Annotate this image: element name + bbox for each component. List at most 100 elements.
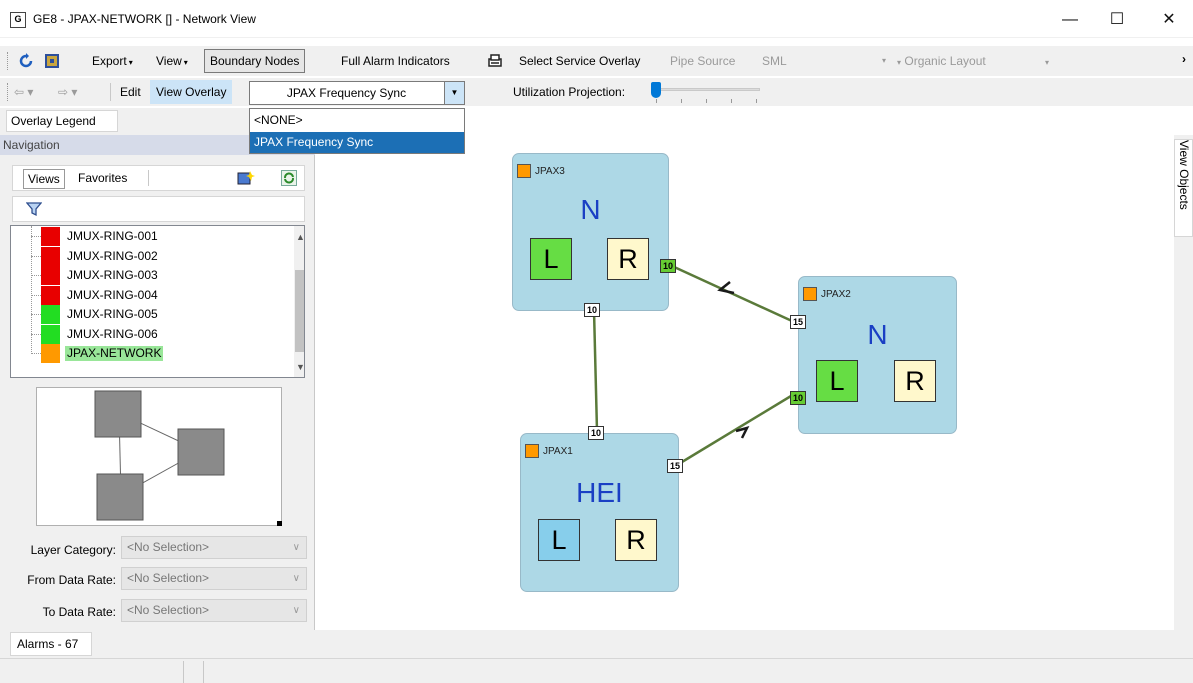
layout-dropdown-arrow[interactable]: ▾ [1043, 53, 1049, 71]
refresh-tree-icon[interactable] [281, 170, 297, 186]
chevron-down-icon: ∨ [292, 573, 300, 584]
tree-item[interactable]: JMUX-RING-001 [11, 227, 294, 247]
tree-item[interactable]: JMUX-RING-004 [11, 285, 294, 306]
status-square [41, 246, 60, 266]
node-jpax2[interactable]: JPAX2 N L R [798, 276, 957, 434]
new-view-icon[interactable] [237, 170, 255, 186]
port-jpax1-right[interactable]: 15 [667, 459, 683, 473]
network-links [592, 264, 793, 467]
toolbar-overflow-icon[interactable]: › [1182, 51, 1186, 67]
from-data-rate-select[interactable]: <No Selection> ∨ [121, 567, 307, 590]
tree-item[interactable]: JMUX-RING-003 [11, 266, 294, 286]
tree-item-selected[interactable]: JPAX-NETWORK [11, 344, 294, 364]
map-icon[interactable] [44, 53, 60, 69]
boundary-nodes-button[interactable]: Boundary Nodes [204, 49, 306, 73]
to-data-rate-label: To Data Rate: [42, 605, 116, 619]
pipe-source-select[interactable]: SML ▾ [762, 53, 886, 69]
node-jpax3[interactable]: JPAX3 N L R [512, 153, 669, 311]
tree-scrollbar-thumb[interactable] [295, 270, 304, 352]
node-type: N [867, 319, 888, 350]
node-status-square [525, 444, 539, 458]
minimap-graph [94, 390, 282, 526]
back-button[interactable]: ⇦ ▾ [14, 84, 33, 100]
port-jpax1-top[interactable]: 10 [588, 426, 604, 440]
alarms-bar [0, 630, 1193, 658]
port-jpax3-bottom[interactable]: 10 [584, 303, 600, 317]
forward-button[interactable]: ⇨ ▾ [58, 84, 77, 100]
node-type: HEI [576, 477, 623, 508]
filter-icon[interactable] [26, 201, 42, 217]
utilization-slider-thumb[interactable] [651, 82, 661, 98]
node-right-box[interactable]: R [607, 238, 649, 280]
overlay-option-jpax-frequency-sync[interactable]: JPAX Frequency Sync [250, 132, 464, 153]
utilization-slider-track[interactable] [652, 88, 760, 91]
tree-item-label: JMUX-RING-006 [67, 326, 158, 341]
port-jpax3-right[interactable]: 10 [660, 259, 676, 273]
window-title: GE8 - JPAX-NETWORK [] - Network View [33, 12, 256, 26]
chevron-down-icon[interactable]: ▼ [444, 82, 464, 104]
node-jpax1[interactable]: JPAX1 HEI L R [520, 433, 679, 592]
status-square [41, 305, 60, 324]
port-jpax2-bottom[interactable]: 10 [790, 391, 806, 405]
tree-item[interactable]: JMUX-RING-006 [11, 324, 294, 345]
utilization-projection-label: Utilization Projection: [513, 85, 626, 99]
scroll-up-icon[interactable]: ▲ [296, 232, 304, 242]
status-bar [0, 658, 1193, 683]
print-icon[interactable] [487, 53, 503, 69]
view-objects-sidebar: View Objects [1174, 135, 1193, 630]
tree-item-label: JMUX-RING-002 [67, 248, 158, 263]
overlay-option-none[interactable]: <NONE> [250, 110, 464, 131]
chevron-down-icon: ∨ [292, 542, 300, 553]
refresh-icon[interactable] [18, 53, 34, 69]
view-overlay-button[interactable]: View Overlay [150, 80, 233, 104]
tree-item-label: JMUX-RING-003 [67, 268, 158, 282]
main-toolbar: Export ▾ View ▾ Boundary Nodes Full Alarm … [0, 46, 1193, 76]
view-menu[interactable]: View ▾ [156, 53, 188, 71]
close-button[interactable]: ✕ [1146, 8, 1192, 32]
node-status-square [517, 164, 531, 178]
node-name: JPAX3 [535, 166, 565, 177]
tab-views[interactable]: Views [23, 169, 65, 189]
slider-tick [756, 99, 757, 103]
layout-select[interactable]: ▾ Organic Layout [895, 53, 986, 71]
network-view-icon[interactable]: G [10, 12, 26, 28]
tree-item[interactable]: JMUX-RING-005 [11, 305, 294, 325]
minimize-button[interactable]: — [1047, 8, 1093, 32]
slider-tick [656, 99, 657, 103]
view-overlay-select[interactable]: JPAX Frequency Sync ▼ [249, 81, 465, 105]
from-data-rate-label: From Data Rate: [27, 573, 116, 587]
full-alarm-indicators-button[interactable]: Full Alarm Indicators [341, 53, 450, 69]
chevron-down-icon: ∨ [292, 605, 300, 616]
export-menu[interactable]: Export ▾ [92, 53, 133, 71]
slider-tick [681, 99, 682, 103]
maximize-button[interactable]: ☐ [1094, 8, 1140, 32]
alarms-tab[interactable]: Alarms - 67 [10, 632, 92, 656]
arrow-head [717, 281, 735, 295]
to-data-rate-select[interactable]: <No Selection> ∨ [121, 599, 307, 622]
view-overlay-value: JPAX Frequency Sync [286, 86, 407, 100]
view-objects-tab[interactable]: View Objects [1174, 139, 1193, 237]
tab-favorites[interactable]: Favorites [74, 169, 131, 189]
slider-tick [731, 99, 732, 103]
layer-category-select[interactable]: <No Selection> ∨ [121, 536, 307, 559]
node-type: N [580, 194, 601, 225]
tree-item-label: JMUX-RING-004 [67, 287, 158, 302]
tree-item[interactable]: JMUX-RING-002 [11, 246, 294, 267]
network-canvas[interactable]: JPAX3 N L R JPAX2 N L R JPAX1 HEI L R 10… [316, 135, 1173, 630]
node-left-box[interactable]: L [538, 519, 580, 561]
overlay-dropdown-list: <NONE> JPAX Frequency Sync [249, 108, 465, 154]
overview-minimap[interactable] [36, 387, 282, 526]
node-left-box[interactable]: L [816, 360, 858, 402]
node-right-box[interactable]: R [615, 519, 657, 561]
overlay-legend-tab[interactable]: Overlay Legend [6, 110, 118, 132]
views-tree: JMUX-RING-001 JMUX-RING-002 JMUX-RING-00… [10, 225, 305, 378]
edit-button[interactable]: Edit [120, 84, 141, 100]
scroll-down-icon[interactable]: ▼ [296, 362, 304, 372]
node-left-box[interactable]: L [530, 238, 572, 280]
node-right-box[interactable]: R [894, 360, 936, 402]
select-service-overlay-button[interactable]: Select Service Overlay [519, 53, 640, 69]
tree-item-label: JPAX-NETWORK [65, 346, 164, 361]
filter-toolbar [12, 196, 305, 222]
node-name: JPAX1 [543, 446, 573, 457]
port-jpax2-left[interactable]: 15 [790, 315, 806, 329]
